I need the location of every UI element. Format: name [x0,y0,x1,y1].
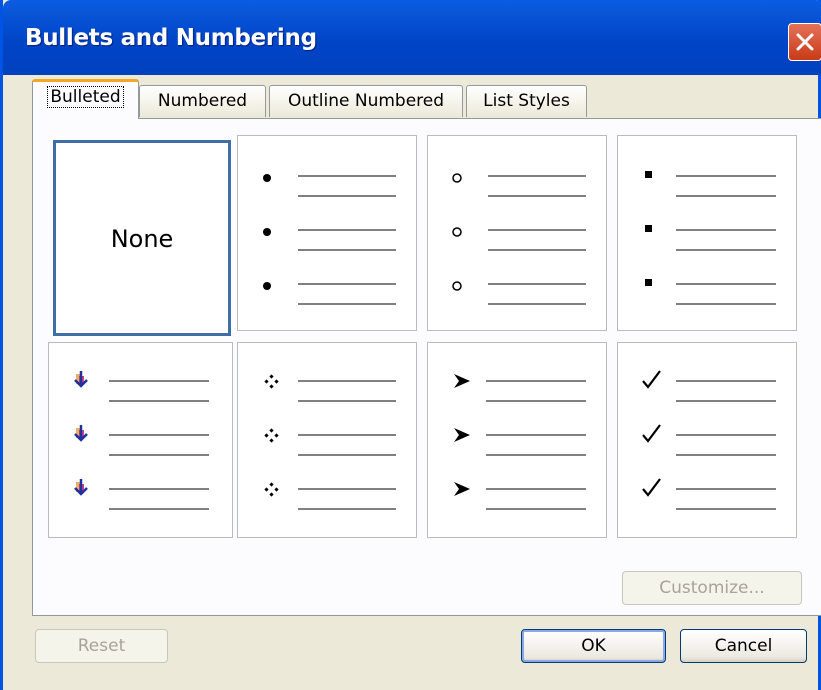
arrowhead-bullet-icon [454,428,470,442]
close-button[interactable] [788,23,821,61]
bullet-option-square[interactable] [617,135,797,331]
square-bullet-icon [645,171,652,178]
tab-numbered[interactable]: Numbered [139,85,266,117]
title-bar[interactable]: Bullets and Numbering [3,0,821,75]
ok-button[interactable]: OK [521,629,666,663]
square-bullet-preview [645,171,776,305]
tab-list-styles[interactable]: List Styles [466,85,587,117]
bullet-option-picture-arrow[interactable] [48,342,233,538]
hollow-circle-bullet-icon [452,281,462,291]
customize-button[interactable]: Customize... [622,571,802,605]
picture-arrow-bullet-icon [74,479,88,496]
filled-circle-bullet-preview [263,174,396,305]
checkmark-bullet-icon [642,478,661,497]
bullet-option-arrowhead[interactable] [427,342,607,538]
bullet-option-none[interactable]: None [53,140,231,336]
square-bullet-icon [645,225,652,232]
square-bullet-icon [645,279,652,286]
close-icon [796,33,814,51]
tab-numbered-label: Numbered [157,91,248,111]
picture-arrow-bullet-icon [74,371,88,388]
filled-circle-bullet-icon [263,228,271,236]
filled-circle-bullet-icon [263,282,271,290]
picture-arrow-bullet-preview [74,371,209,510]
four-diamond-bullet-icon [264,482,279,497]
arrowhead-bullet-icon [454,482,470,496]
checkmark-bullet-preview [642,370,776,510]
four-diamond-bullet-icon [264,428,279,443]
arrowhead-bullet-preview [454,374,586,510]
four-diamond-bullet-preview [264,374,396,510]
tab-outline-numbered[interactable]: Outline Numbered [269,85,463,117]
bullet-option-checkmark[interactable] [617,342,797,538]
cancel-button[interactable]: Cancel [680,629,807,663]
tab-outline-numbered-label: Outline Numbered [287,91,445,111]
checkmark-bullet-icon [642,370,661,389]
tab-bulleted-label: Bulleted [47,86,124,108]
hollow-circle-bullet-preview [452,173,586,305]
bullets-and-numbering-dialog: Bullets and Numbering Bulleted Numbered … [0,0,821,690]
hollow-circle-bullet-icon [452,227,462,237]
none-label: None [110,225,174,253]
four-diamond-bullet-icon [264,374,279,389]
checkmark-bullet-icon [642,424,661,443]
bullet-option-filled-circle[interactable] [237,135,417,331]
bullet-option-four-diamond[interactable] [237,342,417,538]
arrowhead-bullet-icon [454,374,470,388]
dialog-title: Bullets and Numbering [25,25,317,51]
bullet-option-hollow-circle[interactable] [427,135,607,331]
bulleted-tab-panel: None Customize... [32,118,821,616]
reset-button[interactable]: Reset [35,629,168,663]
tab-bulleted[interactable]: Bulleted [32,79,139,119]
filled-circle-bullet-icon [263,174,271,182]
tab-list-styles-label: List Styles [483,91,570,111]
hollow-circle-bullet-icon [452,173,462,183]
picture-arrow-bullet-icon [74,425,88,442]
